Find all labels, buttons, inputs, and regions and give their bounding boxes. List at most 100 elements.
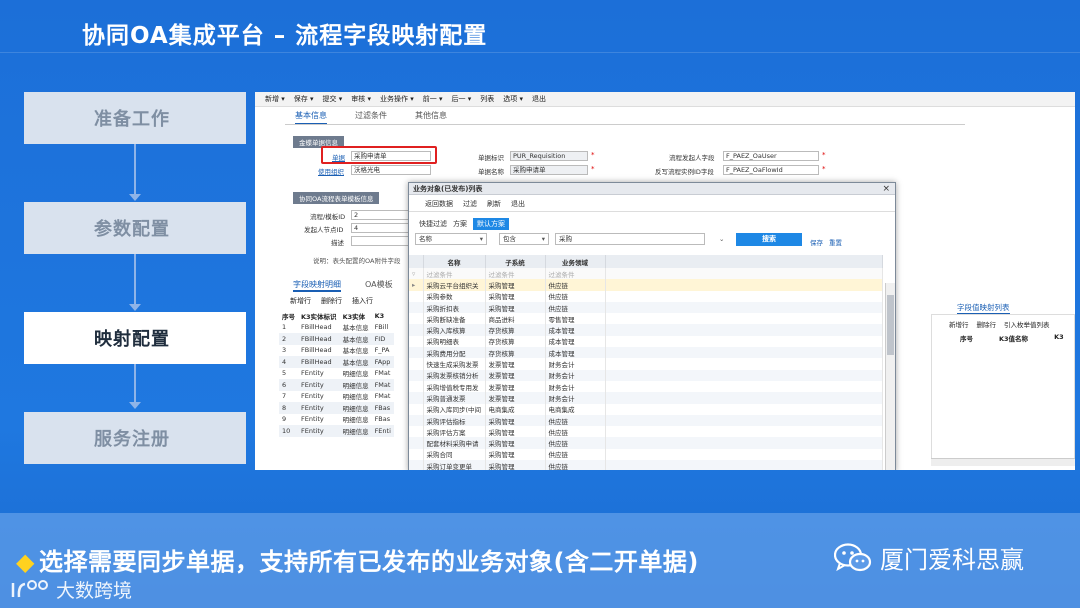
refresh-button[interactable]: 刷新 [487, 199, 501, 209]
menu-prev[interactable]: 前一 ▾ [423, 94, 443, 104]
col-entity-id[interactable]: K3实体标识 [298, 310, 340, 322]
dialog-title: 业务对象(已发布)列表 [409, 183, 895, 195]
col-entity[interactable]: K3实体 [340, 310, 372, 322]
desc-field[interactable] [351, 236, 411, 246]
menu-business-ops[interactable]: 业务操作 ▾ [380, 94, 414, 104]
writeback-field[interactable]: F_PAEZ_OaFlowId [723, 165, 819, 175]
step-service: 服务注册 [24, 412, 246, 464]
col-subsystem[interactable]: 子系统 [485, 255, 546, 268]
bill-id-field[interactable]: PUR_Requisition [510, 151, 588, 161]
menu-next[interactable]: 后一 ▾ [452, 94, 472, 104]
rp-add-row-button[interactable]: 新增行 [949, 319, 969, 329]
list-item[interactable]: 采购折扣表 采购管理 供应链 [409, 301, 883, 314]
menu-submit[interactable]: 提交 ▾ [323, 94, 343, 104]
menu-bar: 新增 ▾ 保存 ▾ 提交 ▾ 审核 ▾ 业务操作 ▾ 前一 ▾ 后一 ▾ 列表 … [255, 92, 1075, 107]
table-row[interactable]: 8 FEntity 明细信息 FBas [279, 402, 394, 414]
field-select[interactable]: 名称 ▾ [415, 233, 487, 245]
filter-button[interactable]: 过滤 [463, 199, 477, 209]
rp-col-index: 序号 [960, 335, 973, 343]
business-object-dialog: 业务对象(已发布)列表 × 返回数据 过滤 刷新 退出 快捷过滤 方案 默认方案… [408, 182, 896, 470]
rp-col-value-name: K3值名称 [999, 335, 1029, 343]
template-field[interactable]: 2 [351, 210, 411, 220]
list-item[interactable]: 采购评估指标 采购管理 供应链 [409, 414, 883, 427]
horizontal-scrollbar[interactable] [931, 458, 1075, 466]
insert-row-button[interactable]: 插入行 [352, 296, 373, 306]
list-item[interactable]: 采购断缺准备 商品进料 零售管理 [409, 313, 883, 325]
vertical-scrollbar[interactable] [885, 283, 895, 470]
rp-delete-row-button[interactable]: 删除行 [977, 319, 997, 329]
list-item[interactable]: 采购发票核销分析 发票管理 财务会计 [409, 369, 883, 381]
initiator-field[interactable]: F_PAEZ_OaUser [723, 151, 819, 161]
list-item[interactable]: 采购普通发票 发票管理 财务会计 [409, 392, 883, 404]
table-row[interactable]: 1 FBillHead 基本信息 FBill [279, 322, 394, 334]
brand-watermark: 大数跨境 [10, 576, 132, 603]
tab-oa-template[interactable]: OA模板 [365, 279, 393, 292]
table-row[interactable]: 6 FEntity 明细信息 FMat [279, 379, 394, 391]
menu-new[interactable]: 新增 ▾ [265, 94, 285, 104]
business-object-grid: 名称 子系统 业务领域 ▿ 过滤条件 过滤条件 过滤条件 ▸ 采购云平台组织关 采购管理供… [409, 255, 883, 470]
row-pointer-icon: ▸ [409, 279, 424, 291]
menu-options[interactable]: 选项 ▾ [503, 94, 523, 104]
list-item[interactable]: 采购订单变更单 采购管理 供应链 [409, 460, 883, 470]
menu-save[interactable]: 保存 ▾ [294, 94, 314, 104]
col-index[interactable]: 序号 [279, 310, 298, 322]
scheme-tab[interactable]: 方案 [453, 219, 467, 229]
table-row[interactable]: 3 FBillHead 基本信息 F_PA [279, 345, 394, 357]
table-row[interactable]: 2 FBillHead 基本信息 FID [279, 333, 394, 345]
menu-exit[interactable]: 退出 [532, 94, 546, 104]
close-icon[interactable]: × [882, 184, 890, 194]
quick-filter-tab[interactable]: 快捷过滤 [419, 219, 447, 229]
node-field[interactable]: 4 [351, 223, 411, 233]
save-link[interactable]: 保存 [810, 237, 823, 247]
table-row[interactable]: 5 FEntity 明细信息 FMat [279, 368, 394, 380]
expand-icon[interactable]: ⌄ [719, 235, 724, 243]
return-data-button[interactable]: 返回数据 [425, 199, 453, 209]
scroll-thumb[interactable] [887, 295, 894, 355]
list-item[interactable]: 采购费用分配 存货核算 成本管理 [409, 347, 883, 359]
tab-other-info[interactable]: 其他信息 [415, 110, 447, 125]
step-prepare: 准备工作 [24, 92, 246, 144]
org-label[interactable]: 使用组织 [318, 166, 344, 176]
title-divider [0, 52, 1080, 53]
table-row[interactable]: 9 FEntity 明细信息 FBas [279, 414, 394, 426]
default-scheme-tab[interactable]: 默认方案 [473, 218, 509, 230]
dialog-toolbar: 返回数据 过滤 刷新 退出 [425, 199, 525, 209]
table-row[interactable]: 10 FEntity 明细信息 FEnti [279, 425, 394, 437]
add-row-button[interactable]: 新增行 [290, 296, 311, 306]
col-k3[interactable]: K3 [372, 310, 394, 322]
step-arrow-icon [129, 304, 141, 311]
keyword-input[interactable]: 采购 [555, 233, 705, 245]
exit-button[interactable]: 退出 [511, 199, 525, 209]
tab-filter[interactable]: 过滤条件 [355, 110, 387, 125]
bill-name-field[interactable]: 采购申请单 [510, 165, 588, 175]
reset-link[interactable]: 重置 [829, 237, 842, 247]
table-row[interactable]: 7 FEntity 明细信息 FMat [279, 391, 394, 403]
step-params: 参数配置 [24, 202, 246, 254]
list-item[interactable]: 采购评估方案 采购管理 供应链 [409, 426, 883, 438]
org-field[interactable]: 沃格光电 [351, 165, 431, 175]
list-item[interactable]: 采购参数 采购管理 供应链 [409, 290, 883, 302]
filter-row[interactable]: ▿ 过滤条件 过滤条件 过滤条件 [409, 268, 883, 280]
list-item[interactable]: 快速生成采购发票 发票管理 财务会计 [409, 358, 883, 370]
filter-icon: ▿ [409, 268, 424, 280]
tab-basic-info[interactable]: 基本信息 [295, 110, 327, 125]
menu-audit[interactable]: 审核 ▾ [351, 94, 371, 104]
list-item[interactable]: 采购明细表 存货核算 成本管理 [409, 335, 883, 348]
col-domain[interactable]: 业务领域 [545, 255, 606, 268]
list-item[interactable]: 采购入库同步(中间 电商集成 电商集成 [409, 403, 883, 415]
search-button[interactable]: 搜索 [736, 233, 802, 246]
list-item[interactable]: 配套材料采购申请 采购管理 供应链 [409, 437, 883, 449]
logo-icon [11, 579, 48, 597]
delete-row-button[interactable]: 删除行 [321, 296, 342, 306]
list-item[interactable]: 采购入库核算 存货核算 成本管理 [409, 324, 883, 336]
menu-list[interactable]: 列表 [480, 94, 494, 104]
tab-field-mapping[interactable]: 字段映射明细 [293, 279, 341, 292]
list-item[interactable]: 采购合同 采购管理 供应链 [409, 448, 883, 461]
list-item[interactable]: 采购增值税专用发 发票管理 财务会计 [409, 380, 883, 393]
col-name[interactable]: 名称 [423, 255, 486, 268]
grid-toolbar: 新增行 删除行 插入行 [290, 296, 373, 306]
operator-select[interactable]: 包含 ▾ [499, 233, 549, 245]
rp-import-enum-button[interactable]: 引入枚举值列表 [1004, 319, 1050, 329]
table-row[interactable]: 4 FBillHead 基本信息 FApp [279, 356, 394, 368]
list-item[interactable]: ▸ 采购云平台组织关 采购管理 供应链 [409, 279, 883, 291]
